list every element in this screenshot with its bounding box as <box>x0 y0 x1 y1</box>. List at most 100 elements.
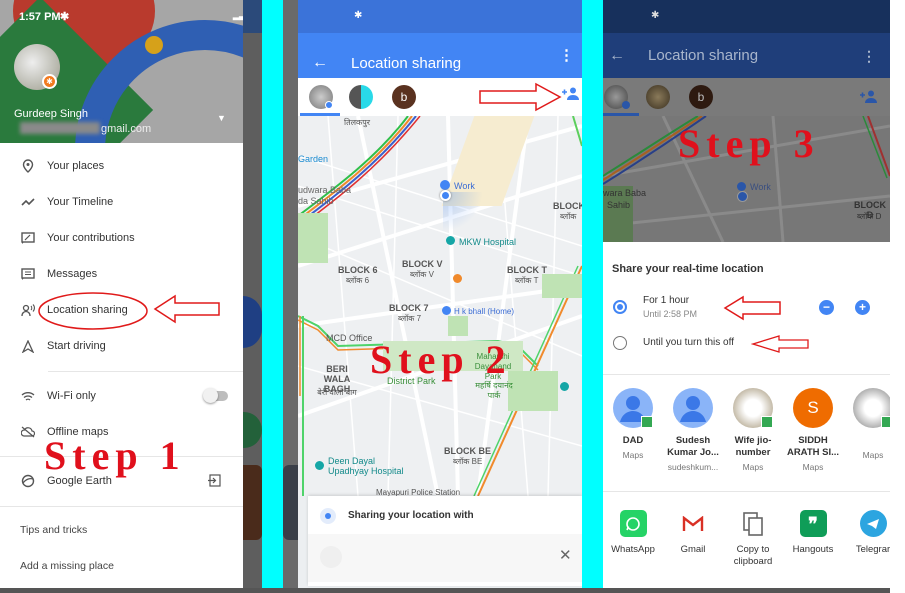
pin-icon <box>19 157 37 175</box>
contact-wife[interactable]: Wife jio-number Maps <box>723 388 783 472</box>
share-app-copy[interactable]: Copy to clipboard <box>723 510 783 568</box>
divider <box>603 374 890 375</box>
contact-sudesh[interactable]: Sudesh Kumar Jo... sudeshkum... <box>663 388 723 472</box>
profile-name: Gurdeep Singh <box>14 108 88 120</box>
people-tabs: b <box>298 78 582 116</box>
menu-item-label: Your contributions <box>47 232 135 244</box>
park-area <box>298 213 328 263</box>
map-roads <box>298 116 582 496</box>
contact-sub: Maps <box>802 462 824 472</box>
option-sublabel: Until 2:58 PM <box>643 309 698 319</box>
close-icon[interactable]: ✕ <box>559 546 572 564</box>
map-label: महर्षि दयानंद पार्क <box>475 381 513 400</box>
copy-icon <box>740 510 767 537</box>
bluetooth-icon: ✱ <box>354 10 363 21</box>
sharing-row[interactable]: ✕ <box>308 534 582 582</box>
contact-5[interactable]: Maps <box>843 388 890 460</box>
cyan-divider <box>262 0 283 590</box>
divider <box>48 371 243 372</box>
option-until-turned-off[interactable]: Until you turn this off <box>603 332 890 356</box>
radio-unselected[interactable] <box>613 336 627 350</box>
contact-avatar-b: b <box>689 85 713 109</box>
whatsapp-icon <box>619 510 647 537</box>
background-map-strip <box>243 0 262 590</box>
status-bar: ✱ <box>298 0 582 33</box>
contact-avatar[interactable] <box>349 85 373 109</box>
share-app-whatsapp[interactable]: WhatsApp <box>603 510 663 556</box>
more-options-icon[interactable]: ⋮ <box>559 48 574 63</box>
contact-sub: Maps <box>742 462 764 472</box>
menu-item-your-places[interactable]: Your places <box>0 148 243 184</box>
account-dropdown-icon[interactable]: ▼ <box>217 113 226 123</box>
share-app-gmail[interactable]: Gmail <box>663 510 723 556</box>
add-person-icon[interactable] <box>562 87 580 103</box>
step-label: Step 3 <box>678 121 820 166</box>
app-label: WhatsApp <box>611 544 655 555</box>
work-pin-icon[interactable] <box>440 180 450 190</box>
home-pin-icon[interactable] <box>442 306 451 315</box>
annotation-arrow <box>723 295 781 321</box>
app-label: Gmail <box>680 544 706 555</box>
option-label: For 1 hour <box>643 295 690 306</box>
share-app-telegram[interactable]: Telegrar <box>843 510 890 556</box>
increase-duration-button[interactable]: + <box>855 300 870 315</box>
gmail-icon <box>680 510 707 537</box>
transit-pin-icon <box>560 382 569 391</box>
map-view[interactable]: तिलकपुर Garden udwara Baba da Sahib Work… <box>298 116 582 496</box>
background-map-strip <box>283 0 298 590</box>
contact-name: DAD <box>622 435 644 446</box>
menu-item-messages[interactable]: Messages <box>0 256 243 292</box>
header-decor-yellow <box>145 36 163 54</box>
add-missing-place-link[interactable]: Add a missing place <box>20 560 114 572</box>
contact-sub: Maps <box>862 450 884 460</box>
map-label: Deen Dayal Upadhyay Hospital <box>328 456 404 476</box>
map-label: ब्लॉक V <box>410 270 434 279</box>
back-arrow-icon: ← <box>609 46 625 64</box>
messages-icon <box>19 265 37 283</box>
app-label: Hangouts <box>792 544 834 555</box>
hospital-pin-icon <box>446 236 455 245</box>
contact-dad[interactable]: DAD Maps <box>603 388 663 460</box>
divider <box>603 491 890 492</box>
map-label: ब्लॉक BE <box>453 457 483 466</box>
step-label: Step 1 <box>44 433 186 478</box>
map-label: BLOCK 7 <box>389 303 429 313</box>
map-label: BLOCK T <box>507 265 547 275</box>
contributions-icon <box>19 229 37 247</box>
earth-icon <box>19 472 37 490</box>
back-arrow-icon[interactable]: ← <box>312 54 328 72</box>
contact-siddharath[interactable]: S SIDDH ARATH SI... Maps <box>783 388 843 472</box>
map-label: बेरी वाला बाग <box>317 388 357 397</box>
contact-sub: Maps <box>622 450 644 460</box>
share-heading: Share your real-time location <box>612 263 764 275</box>
park-area <box>448 316 468 336</box>
share-app-hangouts[interactable]: ❞ Hangouts <box>783 510 843 556</box>
menu-item-start-driving[interactable]: Start driving <box>0 328 243 364</box>
profile-email: gmail.com <box>101 123 152 135</box>
restaurant-pin-icon <box>453 274 462 283</box>
menu-item-label: Wi-Fi only <box>47 390 96 402</box>
menu-item-label: Start driving <box>47 340 106 352</box>
hospital-pin-icon <box>315 461 324 470</box>
park-area <box>542 274 582 298</box>
map-label: ब्लॉक 6 <box>346 276 370 285</box>
contact-name: Wife jio-number <box>734 435 772 458</box>
tips-and-tricks-link[interactable]: Tips and tricks <box>20 524 87 536</box>
current-location-dot <box>737 191 748 202</box>
map-label: BLOCK V <box>402 259 443 269</box>
menu-item-wifi-only[interactable]: Wi-Fi only <box>0 378 243 414</box>
map-label: तिलकपुर <box>344 118 371 127</box>
badge-icon: ✱ <box>42 74 57 89</box>
telegram-icon <box>859 510 887 537</box>
decrease-duration-button[interactable]: − <box>819 300 834 315</box>
current-location-dot <box>440 190 451 201</box>
map-label: udwara Baba <box>298 185 352 195</box>
menu-item-your-contributions[interactable]: Your contributions <box>0 220 243 256</box>
wifi-icon <box>19 387 37 405</box>
menu-item-your-timeline[interactable]: Your Timeline <box>0 184 243 220</box>
contact-avatar-b[interactable]: b <box>392 85 416 109</box>
app-bar: ← Location sharing ⋮ <box>603 33 890 78</box>
annotation-arrow <box>479 82 562 112</box>
status-bar: ✱ <box>603 0 890 33</box>
contact-avatar-placeholder <box>320 546 342 568</box>
